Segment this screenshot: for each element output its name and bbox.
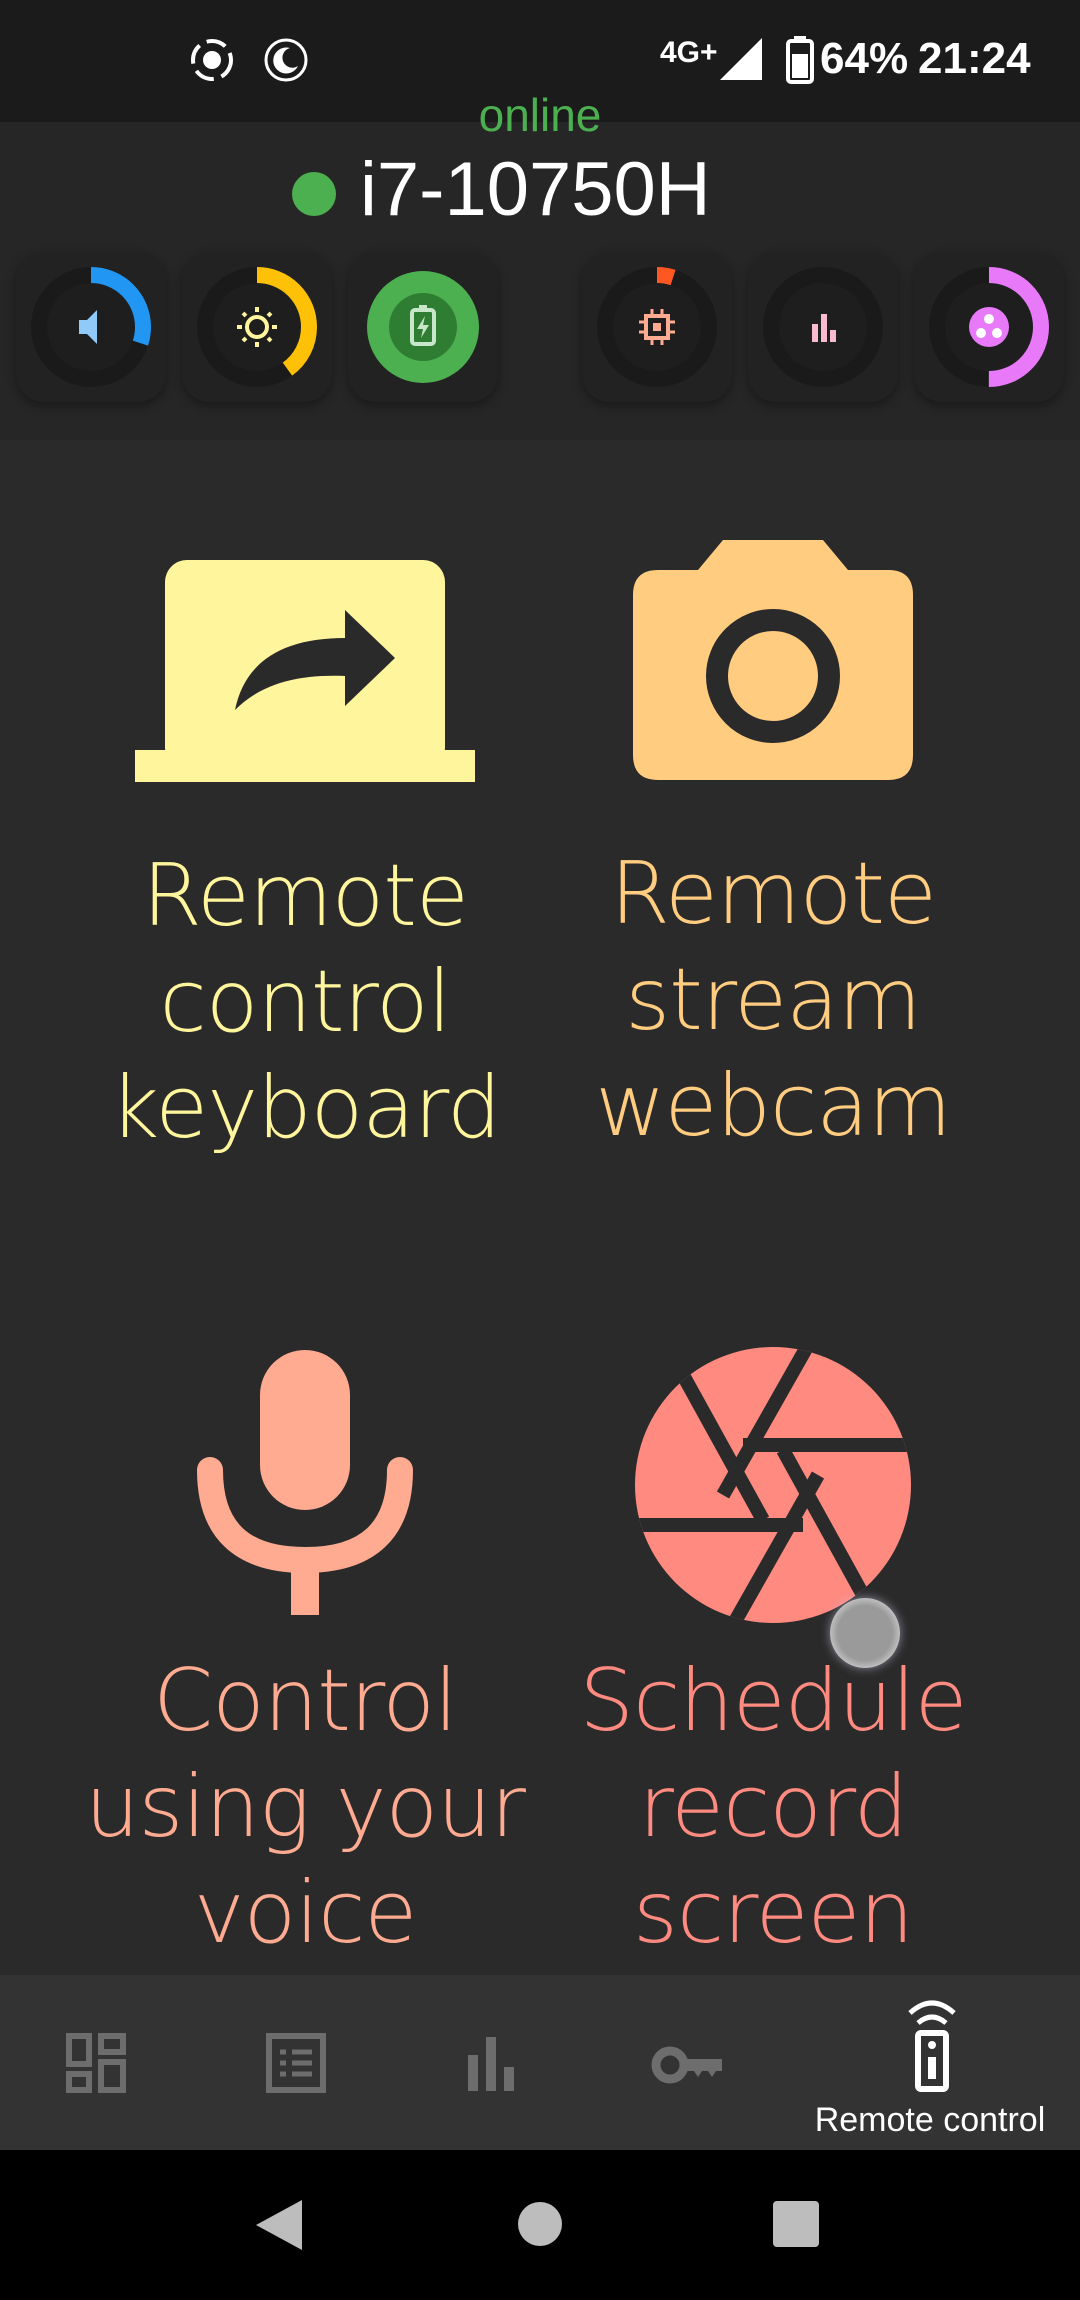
microphone-icon [197, 1350, 413, 1615]
gauge-memory[interactable] [914, 252, 1064, 402]
battery-percent: 64% [820, 34, 909, 83]
tile-label-line: Remote [142, 846, 469, 946]
online-indicator [292, 172, 336, 216]
tile-label-line: voice [193, 1863, 418, 1963]
list-icon[interactable] [266, 2033, 326, 2093]
gauge-brightness[interactable] [182, 252, 332, 402]
tile-label-line: using your [84, 1757, 526, 1857]
nav-label-remote-control[interactable]: Remote control [800, 2101, 1060, 2140]
bottom-navigation: Remote control [0, 1975, 1080, 2150]
gauge-stats[interactable] [748, 252, 898, 402]
tile-label-line: Remote [610, 844, 937, 944]
tile-label-line: record [638, 1757, 909, 1857]
device-hostname: i7-10750H [360, 147, 711, 232]
remote-control-icon[interactable] [902, 1993, 962, 2093]
remote-keyboard-tile[interactable]: Remote control keyboard [70, 540, 540, 1161]
key-icon[interactable] [650, 2043, 724, 2087]
battery-icon [786, 36, 814, 84]
tile-label-line: webcam [595, 1056, 952, 1156]
circles-icon [969, 307, 1009, 347]
schedule-record-tile[interactable]: Schedule record screen [538, 1345, 1008, 1966]
tile-label-line: control [159, 952, 451, 1052]
signal-icon [720, 38, 762, 80]
tile-label-line: keyboard [109, 1058, 502, 1158]
system-back-icon[interactable] [252, 2198, 306, 2252]
bar-chart-icon[interactable] [466, 2035, 516, 2091]
remote-webcam-tile[interactable]: Remote stream webcam [538, 530, 1008, 1159]
touch-indicator [830, 1598, 900, 1668]
system-recents-icon[interactable] [772, 2200, 820, 2248]
screen-record-icon [191, 39, 233, 81]
gauge-battery[interactable] [348, 252, 498, 402]
gauge-volume[interactable] [16, 252, 166, 402]
connection-status: online [478, 89, 602, 141]
gauge-cpu[interactable] [582, 252, 732, 402]
tile-label-line: Schedule [579, 1651, 967, 1751]
clock: 21:24 [918, 34, 1031, 83]
dashboard-icon[interactable] [66, 2033, 126, 2093]
tile-label-line: screen [633, 1863, 914, 1963]
network-type: 4G+ [660, 36, 718, 69]
aperture-icon [635, 1347, 911, 1623]
laptop-share-icon [135, 560, 475, 782]
dnd-moon-icon [264, 38, 308, 82]
camera-icon [633, 540, 913, 780]
system-home-icon[interactable] [516, 2200, 564, 2248]
voice-control-tile[interactable]: Control using your voice [70, 1345, 540, 1966]
cpu-icon [639, 309, 675, 345]
tile-label-line: stream [625, 950, 921, 1050]
system-navigation-bar [0, 2150, 1080, 2300]
tile-label-line: Control [153, 1651, 458, 1751]
